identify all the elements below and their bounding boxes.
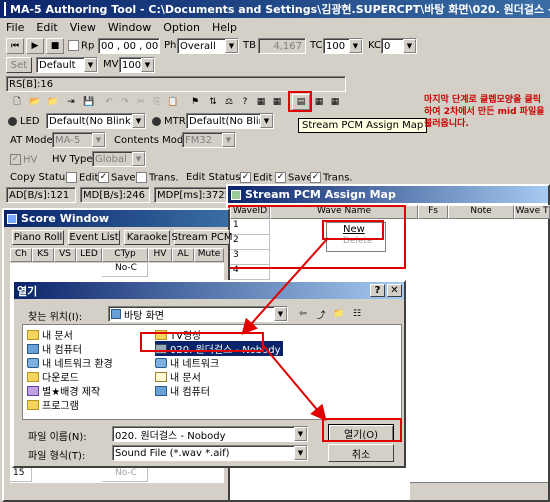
- arrow-new-to-file: [241, 237, 329, 335]
- pcm-footer: [410, 482, 548, 500]
- arrow-file-to-open: [261, 343, 327, 422]
- annotation-arrows: [241, 237, 329, 422]
